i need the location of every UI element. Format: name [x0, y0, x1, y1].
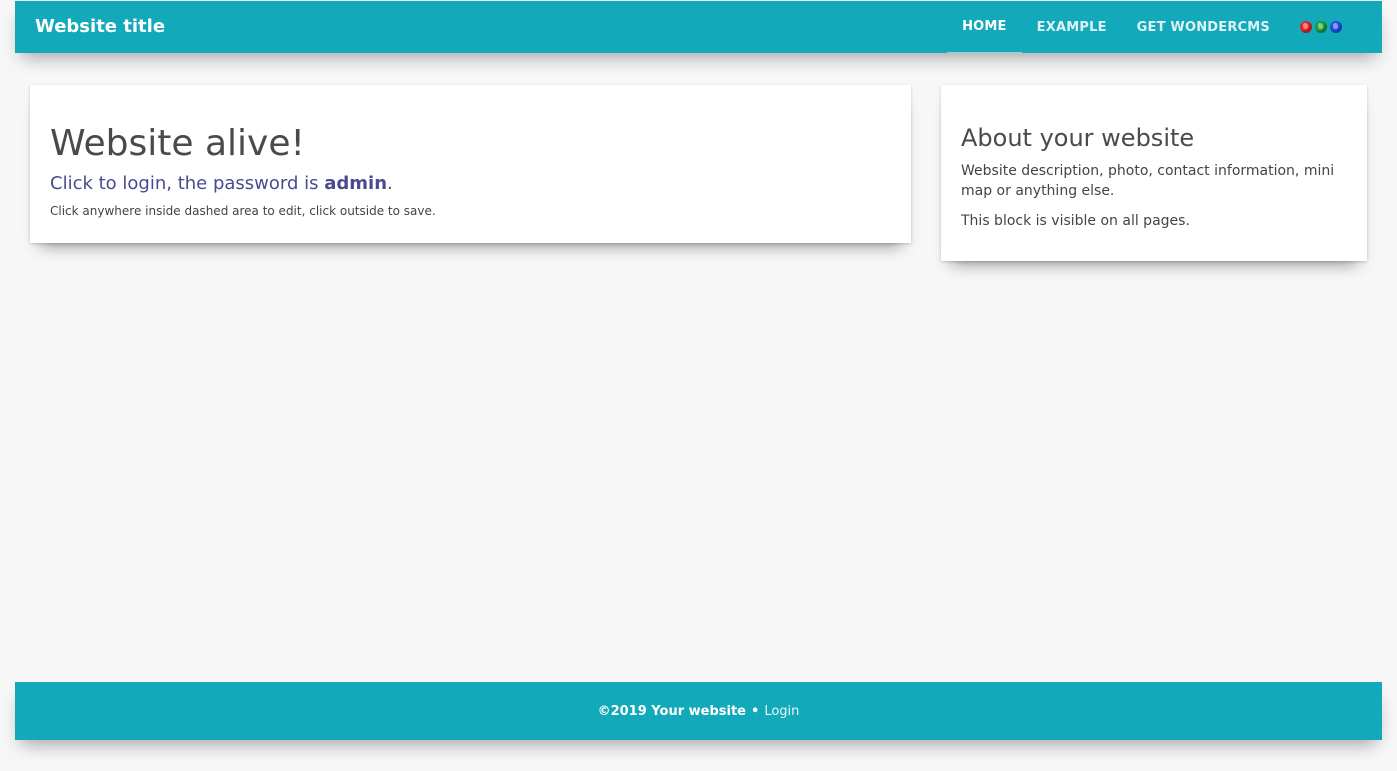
top-navbar: Website title HOME EXAMPLE GET WONDERCMS	[15, 1, 1382, 53]
nav-example-link[interactable]: EXAMPLE	[1022, 1, 1122, 53]
footer-copyright: ©2019 Your website	[597, 703, 747, 719]
sidebar-title: About your website	[961, 124, 1195, 152]
sidebar-visibility-note: This block is visible on all pages.	[961, 213, 1190, 229]
login-hint: Click to login, the password is admin.	[50, 173, 891, 194]
globe-icons-group	[1285, 21, 1382, 33]
login-hint-period: .	[387, 173, 393, 194]
page-title: Website alive!	[50, 123, 305, 164]
globe-red-icon[interactable]	[1300, 21, 1312, 33]
main-nav: HOME EXAMPLE GET WONDERCMS	[947, 1, 1382, 53]
globe-blue-icon[interactable]	[1330, 21, 1342, 33]
footer-separator: •	[751, 703, 760, 719]
sidebar-card[interactable]: About your website Website description, …	[941, 85, 1367, 261]
edit-instructions: Click anywhere inside dashed area to edi…	[50, 204, 436, 218]
password-value: admin	[324, 173, 388, 194]
footer-login-link[interactable]: Login	[764, 704, 799, 719]
sidebar-description: Website description, photo, contact info…	[961, 163, 1335, 199]
nav-get-wondercms-link[interactable]: GET WONDERCMS	[1122, 1, 1285, 53]
site-title-link[interactable]: Website title	[35, 16, 165, 37]
page-footer: ©2019 Your website • Login	[15, 682, 1382, 740]
nav-home-link[interactable]: HOME	[947, 1, 1022, 53]
main-content-card[interactable]: Website alive! Click to login, the passw…	[30, 85, 911, 243]
login-hint-text: Click to login, the password is	[50, 173, 325, 194]
globe-green-icon[interactable]	[1315, 21, 1327, 33]
